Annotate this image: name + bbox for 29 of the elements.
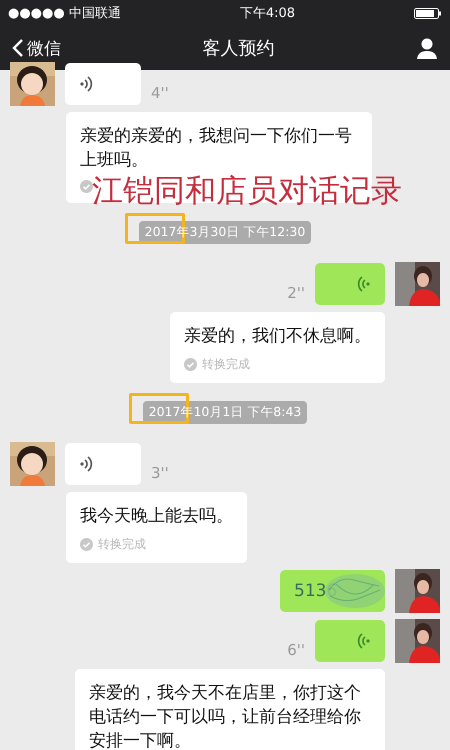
status-text: 转换完成 xyxy=(98,536,146,553)
overlay-caption: 江铠同和店员对话记录 xyxy=(92,172,402,211)
duration-text: 2'' xyxy=(287,284,305,302)
duration-text: 6'' xyxy=(287,641,305,659)
status-text: 转换完成 xyxy=(202,356,250,373)
duration-text: 3'' xyxy=(151,464,169,482)
message-text: 亲爱的，我们不休息啊。 xyxy=(184,325,371,348)
message-text: 我今天晚上能去吗。 xyxy=(80,505,233,528)
voice-message[interactable] xyxy=(65,443,141,485)
check-icon xyxy=(184,358,197,371)
voice-wave-icon xyxy=(79,455,93,473)
clock-text: 下午4:08 xyxy=(240,5,296,22)
duration-text: 4'' xyxy=(151,84,169,102)
carrier-text: ●●●●● 中国联通 xyxy=(8,5,121,22)
chat-title: 客人预约 xyxy=(202,37,274,60)
check-icon xyxy=(80,538,93,551)
voice-message[interactable] xyxy=(65,63,141,105)
battery-icon xyxy=(414,8,442,18)
voice-message[interactable] xyxy=(315,620,385,662)
voice-message[interactable] xyxy=(315,263,385,305)
voice-wave-icon xyxy=(79,75,93,93)
back-button[interactable]: 微信 xyxy=(12,36,61,60)
message-text: 亲爱的，我今天不在店里，你打这个电话约一下可以吗，让前台经理给你安排一下啊。 xyxy=(89,682,362,750)
back-chevron-icon[interactable] xyxy=(12,38,24,58)
check-icon xyxy=(80,180,93,193)
person-icon[interactable] xyxy=(416,37,438,59)
voice-wave-icon xyxy=(357,275,371,293)
voice-wave-icon xyxy=(357,632,371,650)
message-text: 亲爱的亲爱的，我想问一下你们一号上班吗。 xyxy=(80,125,353,172)
